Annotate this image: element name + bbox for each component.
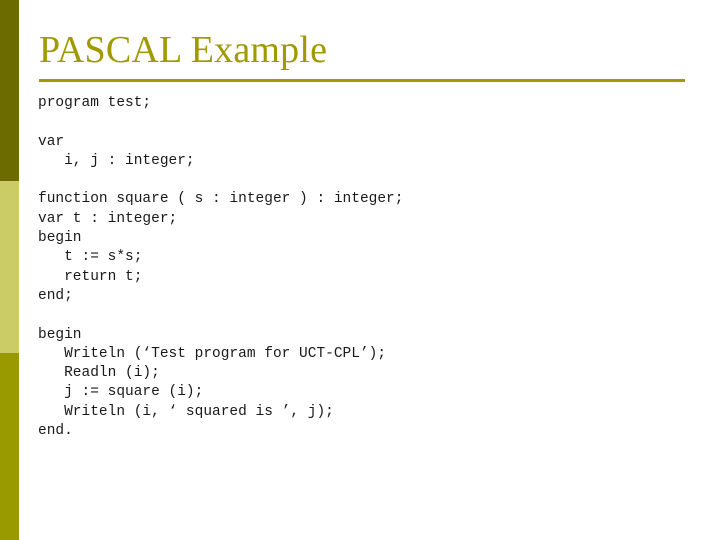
code-line: Writeln (‘Test program for UCT-CPL’); bbox=[38, 345, 387, 362]
code-line: var bbox=[38, 133, 65, 150]
code-line: t := s*s; bbox=[38, 249, 143, 266]
sidebar-decoration bbox=[0, 0, 19, 540]
code-line: begin bbox=[38, 326, 82, 343]
sidebar-band-top bbox=[0, 0, 19, 181]
slide: PASCAL Example program test; var i, j : … bbox=[0, 0, 720, 540]
code-line: i, j : integer; bbox=[38, 152, 195, 169]
sidebar-band-middle bbox=[0, 181, 19, 353]
page-title: PASCAL Example bbox=[39, 29, 328, 71]
sidebar-band-bottom bbox=[0, 353, 19, 540]
code-line: end; bbox=[38, 287, 73, 304]
code-line: var t : integer; bbox=[38, 210, 178, 227]
code-line: program test; bbox=[38, 95, 152, 111]
code-line: j := square (i); bbox=[38, 384, 204, 401]
code-block: program test; var i, j : integer; functi… bbox=[38, 94, 698, 441]
code-line: function square ( s : integer ) : intege… bbox=[38, 191, 404, 208]
code-line: Writeln (i, ‘ squared is ’, j); bbox=[38, 403, 334, 420]
code-line: end. bbox=[38, 423, 73, 440]
code-line: begin bbox=[38, 230, 82, 247]
code-line: return t; bbox=[38, 268, 143, 285]
title-underline-rule bbox=[39, 79, 685, 82]
code-line: Readln (i); bbox=[38, 365, 160, 382]
